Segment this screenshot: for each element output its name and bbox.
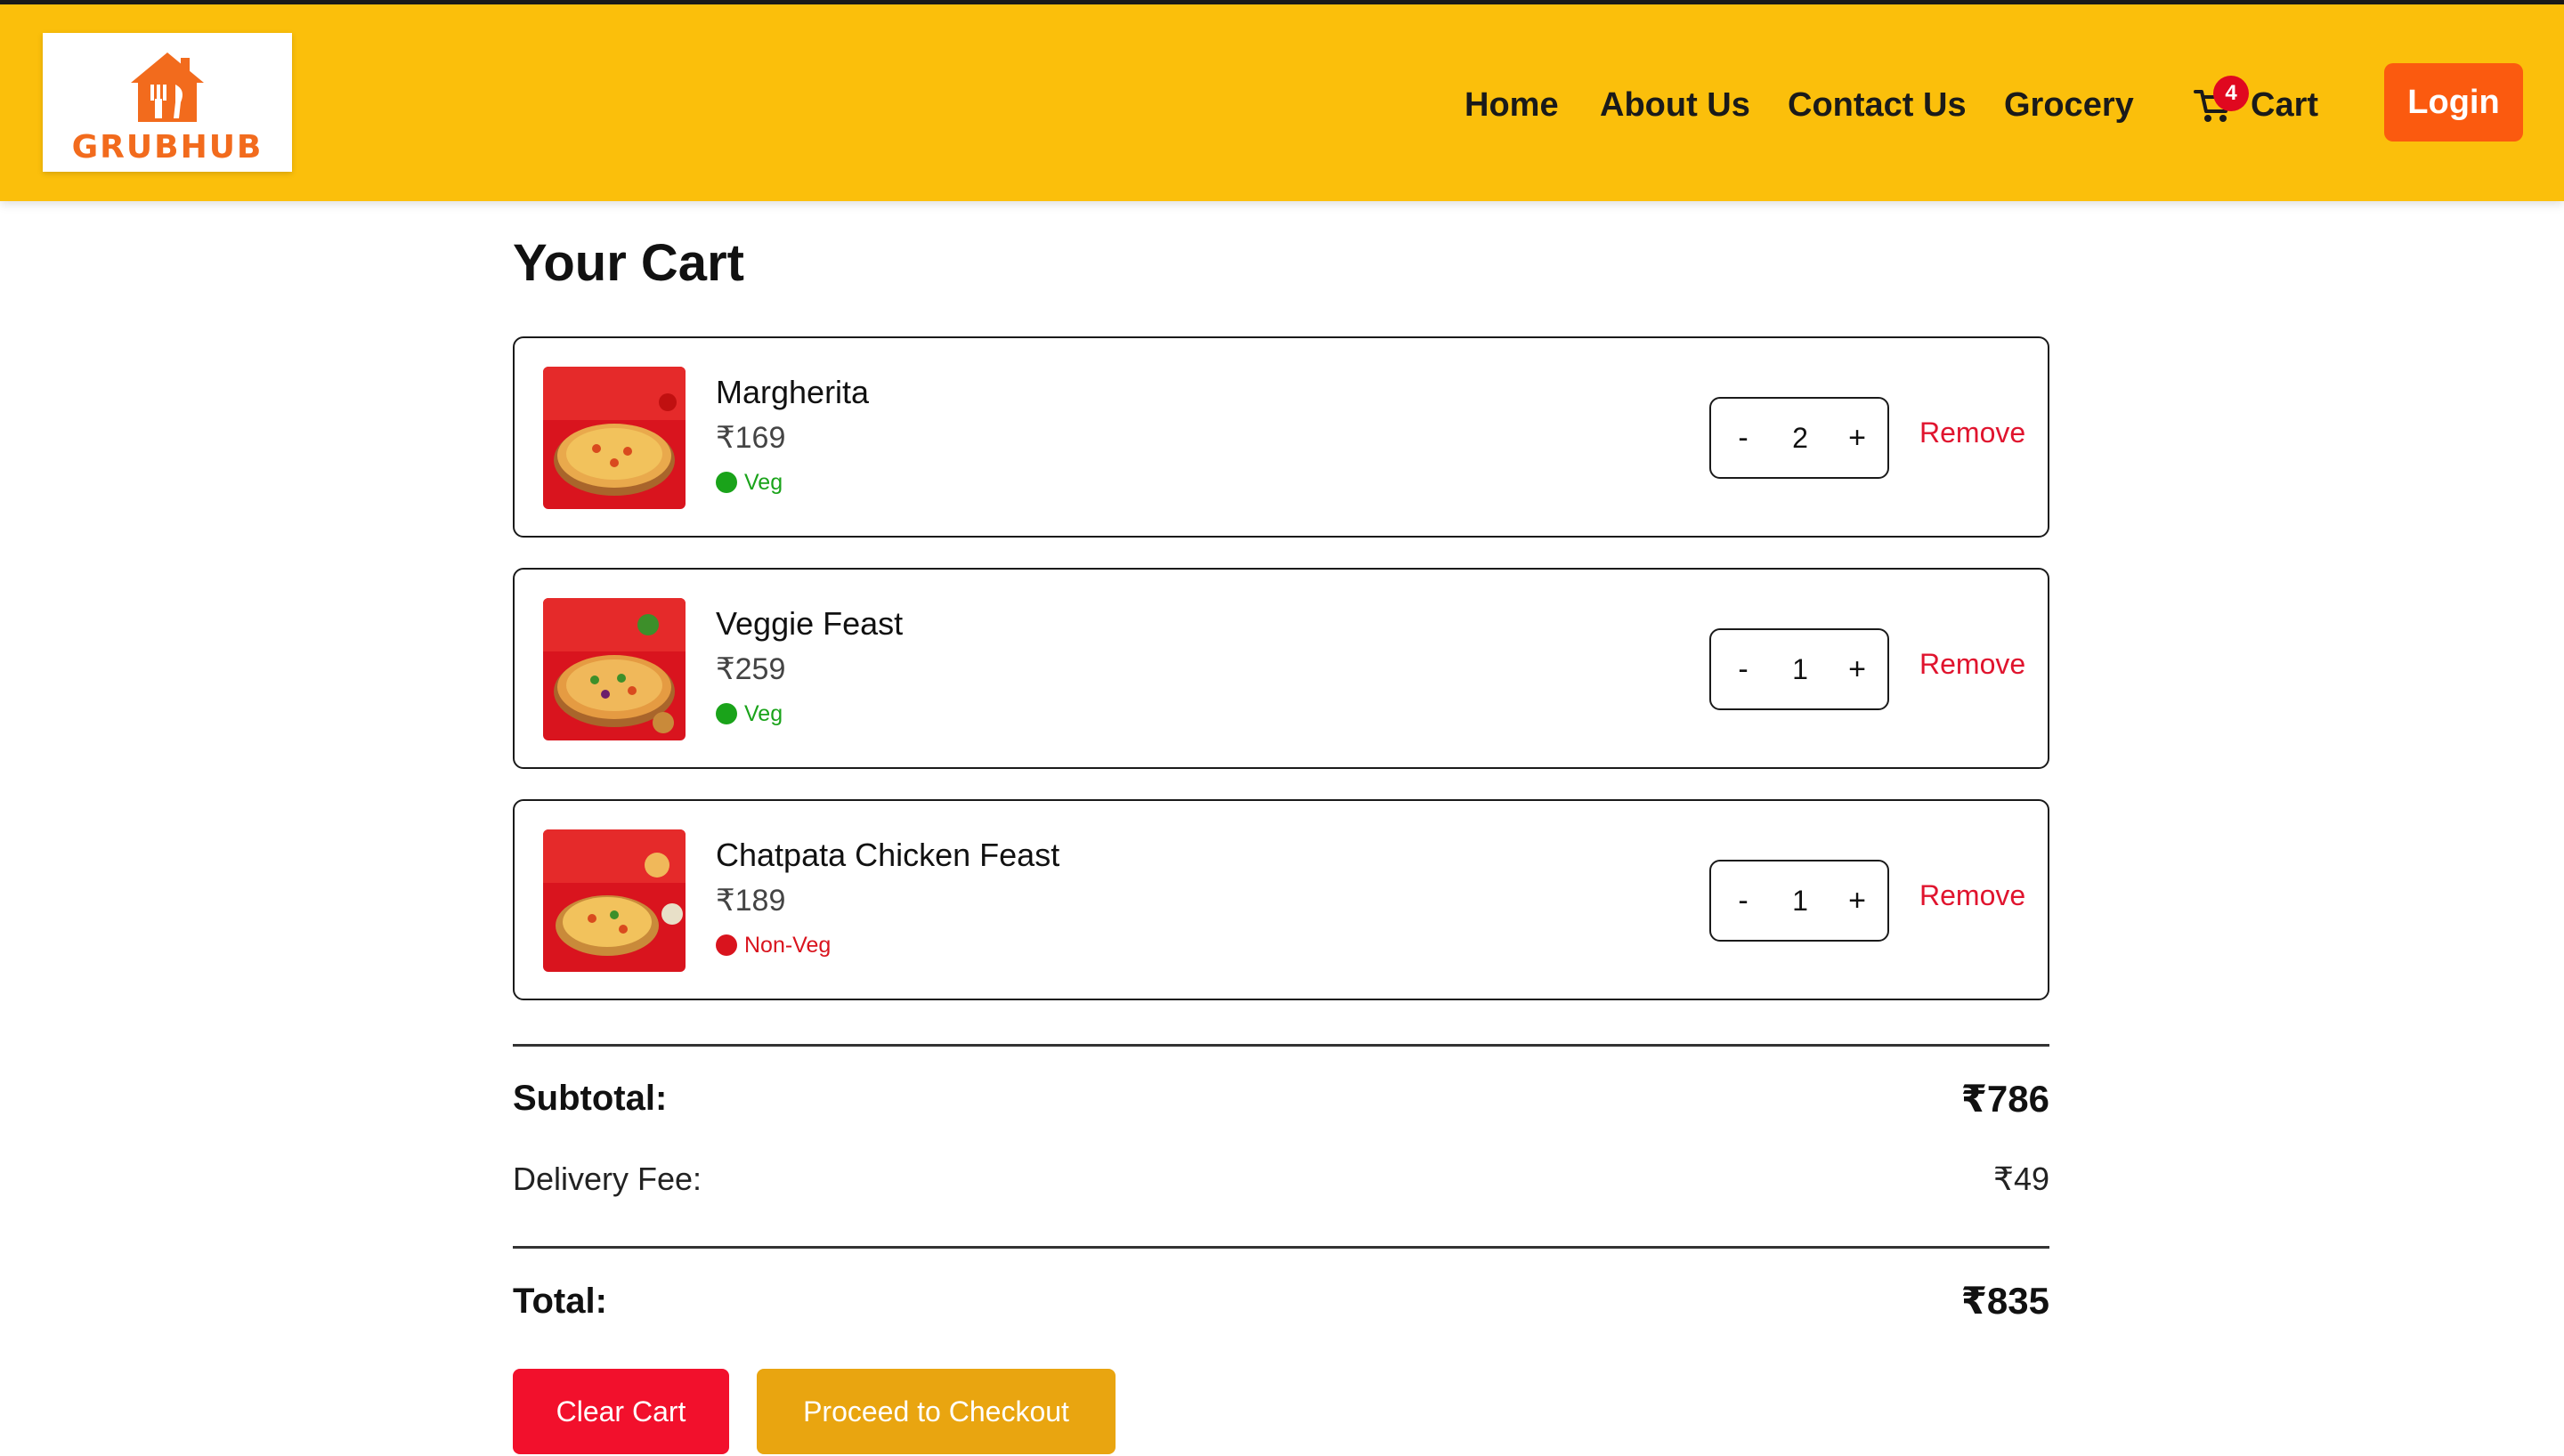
item-price: ₹169 bbox=[716, 421, 786, 455]
logo[interactable]: GRUBHUB bbox=[43, 33, 292, 172]
nav-about-us[interactable]: About Us bbox=[1600, 86, 1750, 125]
nav-contact-us[interactable]: Contact Us bbox=[1788, 86, 1967, 125]
quantity-stepper: - 1 + bbox=[1709, 860, 1889, 942]
item-price: ₹189 bbox=[716, 884, 786, 918]
remove-item-button[interactable]: Remove bbox=[1919, 879, 2025, 912]
subtotal-label: Subtotal: bbox=[513, 1079, 668, 1118]
cart-item: Veggie Feast ₹259 Veg - 1 + Remove bbox=[513, 568, 2049, 769]
item-name: Chatpata Chicken Feast bbox=[716, 837, 1060, 873]
decrease-quantity-button[interactable]: - bbox=[1716, 399, 1770, 477]
cart-count-badge: 4 bbox=[2213, 76, 2249, 111]
item-image bbox=[543, 367, 686, 509]
item-image bbox=[543, 829, 686, 972]
item-type: Veg bbox=[744, 701, 783, 726]
item-image bbox=[543, 598, 686, 740]
item-type: Non-Veg bbox=[744, 933, 832, 958]
subtotal-value: ₹786 bbox=[1960, 1078, 2049, 1120]
login-button[interactable]: Login bbox=[2384, 63, 2523, 142]
item-name: Veggie Feast bbox=[716, 605, 904, 642]
decrease-quantity-button[interactable]: - bbox=[1716, 630, 1770, 708]
nav-grocery[interactable]: Grocery bbox=[2004, 86, 2134, 125]
veg-tag: Veg bbox=[716, 701, 783, 727]
green-dot-icon bbox=[716, 703, 737, 724]
red-dot-icon bbox=[716, 934, 737, 956]
page-title: Your Cart bbox=[513, 234, 744, 292]
delivery-fee-label: Delivery Fee: bbox=[513, 1161, 702, 1197]
cart-item: Margherita ₹169 Veg - 2 + Remove bbox=[513, 336, 2049, 538]
remove-item-button[interactable]: Remove bbox=[1919, 417, 2025, 449]
delivery-fee-value: ₹49 bbox=[1993, 1161, 2049, 1197]
cart-label: Cart bbox=[2251, 86, 2319, 124]
item-price: ₹259 bbox=[716, 652, 786, 686]
increase-quantity-button[interactable]: + bbox=[1830, 630, 1884, 708]
green-dot-icon bbox=[716, 472, 737, 493]
total-label: Total: bbox=[513, 1282, 607, 1321]
total-value: ₹835 bbox=[1960, 1280, 2049, 1322]
logo-text: GRUBHUB bbox=[71, 129, 264, 166]
grubhub-logo-icon bbox=[131, 53, 204, 122]
nav-home[interactable]: Home bbox=[1465, 86, 1559, 125]
quantity-value: 1 bbox=[1792, 653, 1808, 685]
cart-item: Chatpata Chicken Feast ₹189 Non-Veg - 1 … bbox=[513, 799, 2049, 1000]
quantity-stepper: - 1 + bbox=[1709, 628, 1889, 710]
non-veg-tag: Non-Veg bbox=[716, 933, 831, 959]
item-name: Margherita bbox=[716, 374, 870, 410]
quantity-value: 1 bbox=[1792, 885, 1808, 917]
quantity-stepper: - 2 + bbox=[1709, 397, 1889, 479]
increase-quantity-button[interactable]: + bbox=[1830, 861, 1884, 940]
proceed-to-checkout-button[interactable]: Proceed to Checkout bbox=[757, 1369, 1116, 1454]
item-type: Veg bbox=[744, 470, 783, 495]
total-divider bbox=[513, 1246, 2049, 1249]
clear-cart-button[interactable]: Clear Cart bbox=[513, 1369, 729, 1454]
summary-divider bbox=[513, 1044, 2049, 1047]
decrease-quantity-button[interactable]: - bbox=[1716, 861, 1770, 940]
remove-item-button[interactable]: Remove bbox=[1919, 648, 2025, 681]
site-header: GRUBHUB Home About Us Contact Us Grocery… bbox=[0, 4, 2564, 201]
increase-quantity-button[interactable]: + bbox=[1830, 399, 1884, 477]
veg-tag: Veg bbox=[716, 470, 783, 496]
quantity-value: 2 bbox=[1792, 422, 1808, 454]
